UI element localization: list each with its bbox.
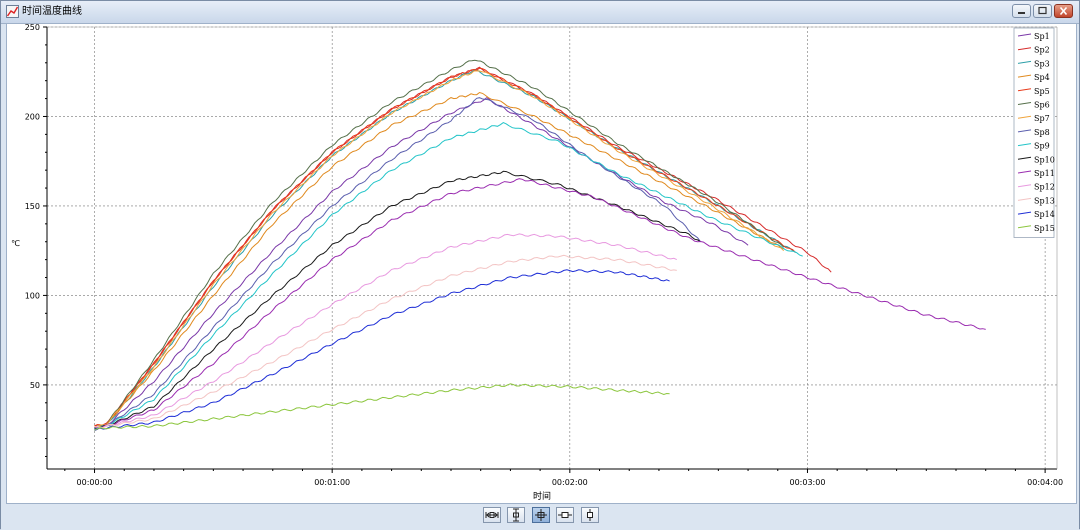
legend-label-sp10: Sp10 (1034, 155, 1055, 164)
x-tick-label: 00:00:00 (77, 478, 113, 487)
x-tick-label: 00:01:00 (314, 478, 350, 487)
minimize-icon (1018, 12, 1025, 14)
legend-label-sp11: Sp11 (1034, 169, 1055, 178)
series-line-sp6 (94, 59, 785, 429)
series-line-sp7 (94, 70, 785, 430)
chart-area[interactable]: 50 100 150 200 250 00:00:00 00:01:00 00:02:00 00… (6, 23, 1077, 504)
title-bar[interactable]: 时间温度曲线 (1, 1, 1079, 24)
y-tick-label: 100 (25, 291, 40, 300)
y-tick-label: 50 (30, 381, 40, 390)
series-line-sp5 (94, 67, 796, 427)
y-tick-label: 200 (25, 112, 40, 121)
legend-label-sp4: Sp4 (1034, 73, 1050, 82)
zoom-horizontal-button[interactable] (556, 507, 574, 523)
series-line-sp12 (94, 233, 677, 429)
legend-label-sp5: Sp5 (1034, 87, 1050, 96)
x-tick-label: 00:02:00 (552, 478, 588, 487)
legend-label-sp13: Sp13 (1034, 196, 1055, 205)
fit-both-button[interactable] (532, 507, 550, 523)
temperature-chart: 50 100 150 200 250 00:00:00 00:01:00 00:02:00 00… (11, 23, 1063, 502)
legend-label-sp6: Sp6 (1034, 101, 1050, 110)
zoom-horizontal-icon (558, 512, 572, 518)
y-tick-label: 150 (25, 202, 40, 211)
chart-app-icon (6, 5, 19, 18)
series-line-sp8 (94, 97, 701, 432)
legend[interactable]: Sp1 Sp2 Sp3 Sp4 Sp5 Sp6 Sp7 Sp8 Sp9 Sp10 Sp11 Sp12 S… (1013, 27, 1055, 238)
legend-label-sp9: Sp9 (1034, 142, 1050, 151)
x-axis-label: 时间 (533, 490, 551, 502)
close-icon (1059, 6, 1068, 16)
axes: 50 100 150 200 250 00:00:00 00:01:00 00:02:00 00… (25, 23, 1063, 487)
fit-horizontal-button[interactable] (483, 507, 501, 523)
close-button[interactable] (1054, 4, 1073, 18)
y-axis-label: ℃ (11, 239, 20, 248)
series-line-sp15 (94, 383, 670, 431)
minimize-button[interactable] (1012, 4, 1031, 18)
y-tick-label: 250 (25, 24, 40, 32)
maximize-button[interactable] (1033, 4, 1052, 18)
zoom-vertical-button[interactable] (581, 507, 599, 523)
maximize-icon (1038, 6, 1047, 15)
legend-label-sp1: Sp1 (1034, 32, 1050, 41)
zoom-vertical-icon (587, 509, 593, 521)
fit-vertical-icon (513, 508, 519, 522)
legend-label-sp2: Sp2 (1034, 46, 1050, 55)
series-line-sp10 (94, 170, 701, 429)
series-line-sp9 (94, 122, 803, 429)
grid-lines (47, 26, 1057, 469)
series-line-sp2 (94, 66, 832, 427)
fit-vertical-button[interactable] (507, 507, 525, 523)
x-tick-label: 00:03:00 (790, 478, 826, 487)
fit-horizontal-icon (485, 512, 499, 518)
series-line-sp13 (94, 254, 677, 429)
legend-label-sp3: Sp3 (1034, 59, 1050, 68)
legend-label-sp12: Sp12 (1034, 183, 1055, 192)
chart-window: 时间温度曲线 50 100 150 200 250 00:00:00 00:01:00 00:… (0, 0, 1080, 530)
chart-toolbar (1, 504, 1079, 530)
legend-label-sp15: Sp15 (1034, 224, 1055, 233)
x-tick-label: 00:04:00 (1027, 478, 1063, 487)
window-title: 时间温度曲线 (22, 6, 82, 17)
fit-both-icon (535, 509, 547, 521)
series-line-sp11 (94, 178, 986, 429)
legend-label-sp8: Sp8 (1034, 128, 1050, 137)
series-lines (94, 59, 986, 432)
legend-label-sp14: Sp14 (1034, 210, 1055, 219)
legend-label-sp7: Sp7 (1034, 114, 1050, 123)
